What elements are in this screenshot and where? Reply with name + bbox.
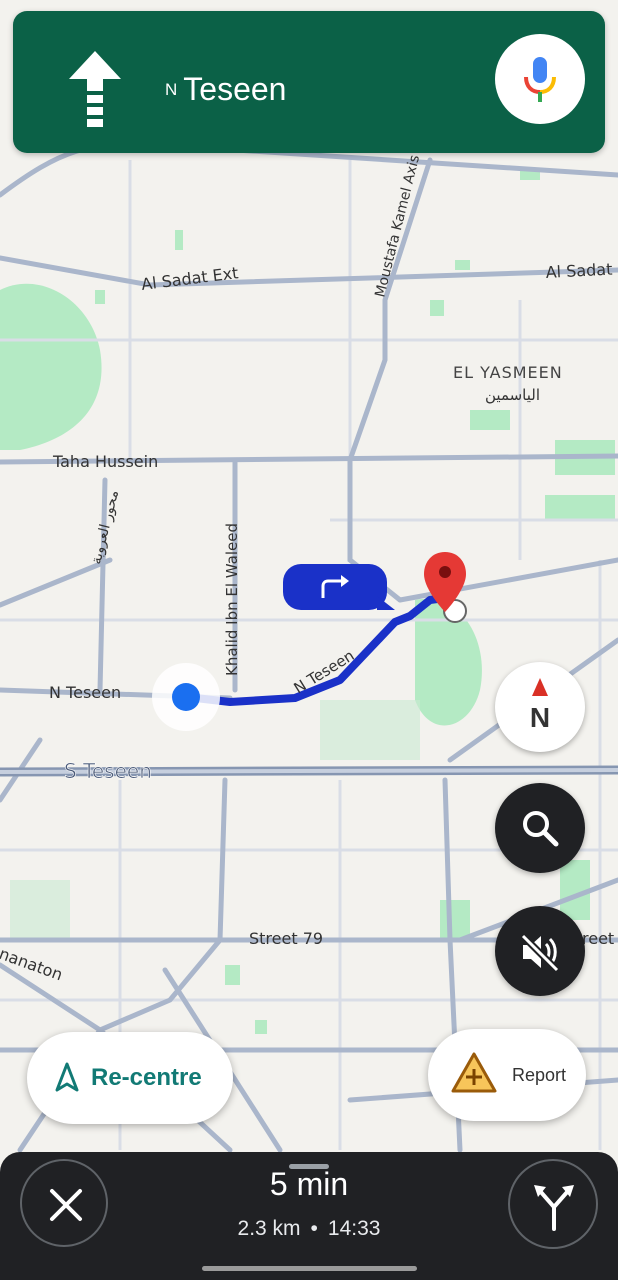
mute-voice-button[interactable] (495, 906, 585, 996)
voice-search-button[interactable] (495, 34, 585, 124)
navigation-arrow-icon (55, 1062, 79, 1092)
map-label-al-sadat-ext: Al Sadat Ext (140, 263, 239, 294)
map-label-el-yasmeen-arabic: الياسمين (485, 386, 540, 404)
compass-north-icon (532, 678, 548, 696)
trip-distance: 2.3 km (237, 1217, 301, 1240)
map-label-mehwar-arabic: محور العروبة (88, 489, 122, 566)
sound-muted-icon (520, 933, 560, 972)
microphone-icon (524, 57, 556, 102)
compass-button[interactable]: N (495, 662, 585, 752)
recentre-label: Re-centre (91, 1064, 202, 1091)
map-label-nanaton: nanaton (0, 944, 65, 984)
alternate-routes-button[interactable] (508, 1159, 598, 1249)
alternate-routes-icon (534, 1185, 574, 1231)
next-street-name: N Teseen (165, 71, 286, 108)
map-label-s-teseen: S Teseen (64, 759, 152, 783)
turn-right-icon (321, 575, 349, 598)
map-label-n-teseen: N Teseen (49, 683, 121, 702)
compass-label: N (529, 702, 551, 733)
home-indicator[interactable] (202, 1266, 417, 1271)
navigation-instruction-banner[interactable]: N Teseen (13, 11, 605, 153)
street-direction-prefix: N (165, 79, 178, 99)
trip-separator: • (310, 1217, 318, 1240)
map-label-taha-hussein: Taha Hussein (52, 452, 158, 471)
search-along-route-button[interactable] (495, 783, 585, 873)
map-label-khalid-ibn-el-waleed: Khalid Ibn El Waleed (223, 523, 241, 676)
trip-summary-panel[interactable]: 5 min 2.3 km • 14:33 (0, 1152, 618, 1280)
straight-arrow-icon (69, 51, 121, 127)
report-warning-plus-icon (451, 1052, 497, 1093)
report-label: Report (512, 1065, 567, 1085)
current-location-dot (172, 683, 200, 711)
arrival-time: 14:33 (327, 1217, 381, 1240)
upcoming-turn-callout (283, 564, 395, 610)
map-label-street-79: Street 79 (249, 929, 323, 948)
map-label-al-sadat: Al Sadat (545, 260, 613, 282)
recentre-button[interactable]: Re-centre (27, 1032, 233, 1124)
map-label-street-right: reet (582, 929, 614, 948)
map-label-el-yasmeen: EL YASMEEN (453, 363, 563, 382)
report-incident-button[interactable]: Report (428, 1029, 586, 1121)
search-icon (523, 811, 559, 847)
street-name: Teseen (183, 71, 287, 107)
